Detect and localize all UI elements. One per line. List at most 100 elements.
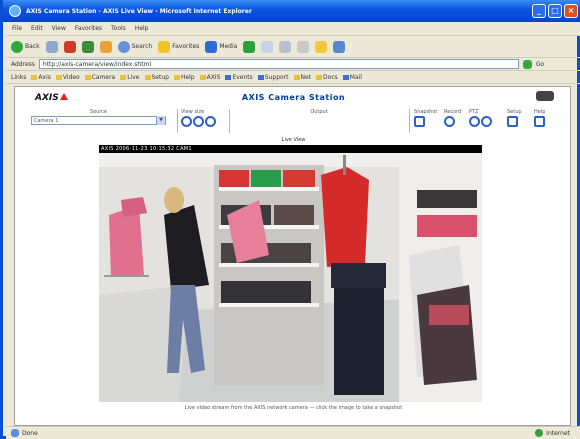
ptz-left-button[interactable] (469, 116, 480, 127)
status-text: Done (22, 429, 38, 437)
folder-icon (84, 74, 91, 80)
back-button[interactable]: Back (11, 40, 40, 53)
go-button[interactable]: Go (536, 61, 544, 68)
status-bar: Done Internet (6, 426, 580, 439)
source-select[interactable]: Camera 1 ▼ (31, 116, 166, 125)
folder-icon (173, 74, 180, 80)
view-size-label: View size (181, 109, 205, 115)
source-group: Source Camera 1 ▼ (31, 109, 166, 125)
folder-icon (120, 74, 127, 80)
star-icon (158, 40, 171, 53)
record-label: Record (444, 109, 462, 115)
go-icon[interactable] (522, 59, 532, 69)
globe-icon (535, 429, 544, 437)
web-icon (225, 74, 232, 80)
folder-icon (31, 74, 38, 80)
link-item[interactable]: Net (293, 74, 311, 81)
link-item[interactable]: Live (120, 74, 140, 81)
toolbar: Back Search Favorites Media (6, 36, 580, 58)
home-icon[interactable] (99, 40, 112, 53)
folder-icon (293, 74, 300, 80)
menu-file[interactable]: File (12, 25, 22, 32)
divider (177, 109, 178, 133)
favorites-button[interactable]: Favorites (158, 40, 199, 53)
snapshot-label: Snapshot (414, 109, 438, 115)
record-button[interactable] (444, 116, 455, 127)
forward-arrow-icon[interactable] (45, 40, 58, 53)
title-bar[interactable]: AXIS Camera Station - AXIS Live View - M… (3, 0, 580, 22)
video-footer-text: Live video stream from the AXIS network … (184, 405, 403, 411)
menu-edit[interactable]: Edit (31, 25, 43, 32)
messenger-icon[interactable] (333, 40, 346, 53)
menu-favorites[interactable]: Favorites (75, 25, 102, 32)
link-item[interactable]: Docs (316, 74, 338, 81)
output-label: Output (310, 109, 328, 115)
view-size-group: View size (181, 109, 217, 129)
media-button[interactable]: Media (205, 40, 237, 53)
video-osd-bar: AXIS 2006-11-23 10:15:32 CAM1 (99, 145, 482, 153)
view-size-large-button[interactable] (205, 116, 216, 127)
print-icon[interactable] (279, 40, 292, 53)
help-button[interactable] (534, 116, 545, 127)
link-item[interactable]: Events (225, 74, 253, 81)
links-bar: Links Axis Video Camera Live Setup Help … (6, 71, 580, 84)
security-zone: Internet (535, 429, 570, 437)
folder-icon (55, 74, 62, 80)
edit-icon[interactable] (297, 40, 310, 53)
camera-icon (536, 91, 554, 101)
divider (229, 109, 230, 133)
ptz-right-button[interactable] (481, 116, 492, 127)
help-label: Help (534, 109, 546, 115)
search-button[interactable]: Search (117, 40, 152, 53)
window-title: AXIS Camera Station - AXIS Live View - M… (26, 7, 252, 15)
view-size-small-button[interactable] (181, 116, 192, 127)
view-size-medium-button[interactable] (193, 116, 204, 127)
link-item[interactable]: Support (257, 74, 289, 81)
mail-icon[interactable] (261, 40, 274, 53)
menu-view[interactable]: View (52, 25, 66, 32)
minimize-button[interactable]: _ (532, 4, 546, 18)
links-label: Links (11, 73, 27, 81)
stop-icon[interactable] (63, 40, 76, 53)
live-video-image[interactable]: AXIS 2006-11-23 10:15:32 CAM1 (99, 145, 482, 402)
address-label: Address (11, 60, 35, 68)
refresh-icon[interactable] (81, 40, 94, 53)
folder-icon[interactable] (315, 40, 328, 53)
menu-help[interactable]: Help (135, 25, 149, 32)
address-input[interactable]: http://axis-camera/view/index.shtml (38, 59, 519, 69)
output-group: Output (244, 109, 394, 116)
link-item[interactable]: Mail (342, 74, 362, 81)
setup-group: Setup (507, 109, 522, 129)
help-group: Help (534, 109, 547, 129)
menu-bar: File Edit View Favorites Tools Help (6, 22, 580, 36)
media-icon (205, 40, 218, 53)
close-button[interactable]: × (564, 4, 578, 18)
address-bar: Address http://axis-camera/view/index.sh… (6, 58, 580, 71)
video-title: Live View (281, 137, 306, 143)
link-item[interactable]: Axis (31, 74, 51, 81)
folder-icon (316, 74, 323, 80)
page-title: AXIS Camera Station (241, 93, 346, 102)
link-item[interactable]: AXIS (199, 74, 220, 81)
link-item[interactable]: Setup (144, 74, 169, 81)
folder-icon (144, 74, 151, 80)
back-arrow-icon (11, 40, 23, 53)
ptz-group: PTZ (469, 109, 493, 129)
divider (409, 109, 410, 133)
search-icon (117, 40, 130, 53)
ptz-label: PTZ (469, 109, 479, 115)
link-item[interactable]: Help (173, 74, 195, 81)
folder-icon (199, 74, 206, 80)
snapshot-button[interactable] (414, 116, 425, 127)
setup-button[interactable] (507, 116, 518, 127)
browser-window: AXIS Camera Station - AXIS Live View - M… (0, 0, 580, 439)
web-icon (257, 74, 264, 80)
history-icon[interactable] (243, 40, 256, 53)
link-item[interactable]: Camera (84, 74, 115, 81)
maximize-button[interactable]: □ (548, 4, 562, 18)
record-group: Record (444, 109, 461, 129)
snapshot-group: Snapshot (414, 109, 437, 129)
control-row: Source Camera 1 ▼ View size Output Snaps… (29, 109, 559, 135)
link-item[interactable]: Video (55, 74, 80, 81)
menu-tools[interactable]: Tools (111, 25, 126, 32)
